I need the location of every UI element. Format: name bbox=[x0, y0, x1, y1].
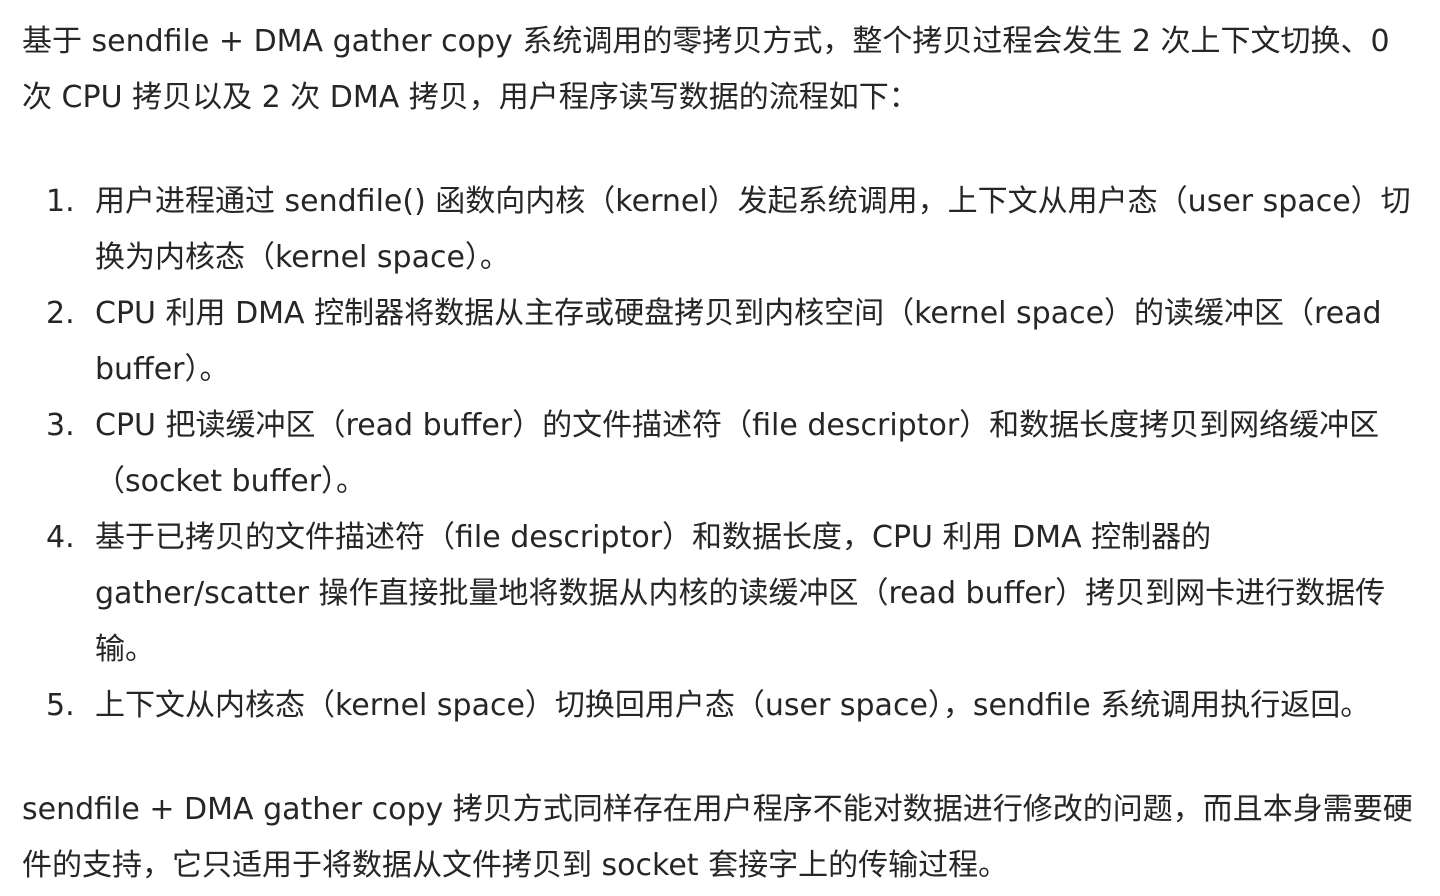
list-item-number: 5. bbox=[46, 688, 75, 723]
list-item: 5. 上下文从内核态（kernel space）切换回用户态（user spac… bbox=[22, 678, 1425, 734]
list-item: 3. CPU 把读缓冲区（read buffer）的文件描述符（file des… bbox=[22, 398, 1425, 510]
outro-paragraph: sendfile + DMA gather copy 拷贝方式同样存在用户程序不… bbox=[22, 792, 1413, 883]
list-item-number: 3. bbox=[46, 408, 75, 443]
list-item: 1. 用户进程通过 sendfile() 函数向内核（kernel）发起系统调用… bbox=[22, 174, 1425, 286]
intro-paragraph: 基于 sendfile + DMA gather copy 系统调用的零拷贝方式… bbox=[22, 24, 1390, 115]
list-item-number: 1. bbox=[46, 184, 75, 219]
list-item: 4. 基于已拷贝的文件描述符（file descriptor）和数据长度，CPU… bbox=[22, 510, 1425, 678]
steps-list: 1. 用户进程通过 sendfile() 函数向内核（kernel）发起系统调用… bbox=[22, 174, 1418, 734]
list-item-number: 4. bbox=[46, 520, 75, 555]
list-item-text: CPU 利用 DMA 控制器将数据从主存或硬盘拷贝到内核空间（kernel sp… bbox=[95, 296, 1382, 387]
list-item: 2. CPU 利用 DMA 控制器将数据从主存或硬盘拷贝到内核空间（kernel… bbox=[22, 286, 1425, 398]
list-item-text: 上下文从内核态（kernel space）切换回用户态（user space），… bbox=[95, 688, 1371, 723]
list-item-number: 2. bbox=[46, 296, 75, 331]
list-item-text: CPU 把读缓冲区（read buffer）的文件描述符（file descri… bbox=[95, 408, 1380, 499]
list-item-text: 基于已拷贝的文件描述符（file descriptor）和数据长度，CPU 利用… bbox=[95, 520, 1386, 667]
list-item-text: 用户进程通过 sendfile() 函数向内核（kernel）发起系统调用，上下… bbox=[95, 184, 1411, 275]
document-page: 基于 sendfile + DMA gather copy 系统调用的零拷贝方式… bbox=[0, 0, 1440, 896]
